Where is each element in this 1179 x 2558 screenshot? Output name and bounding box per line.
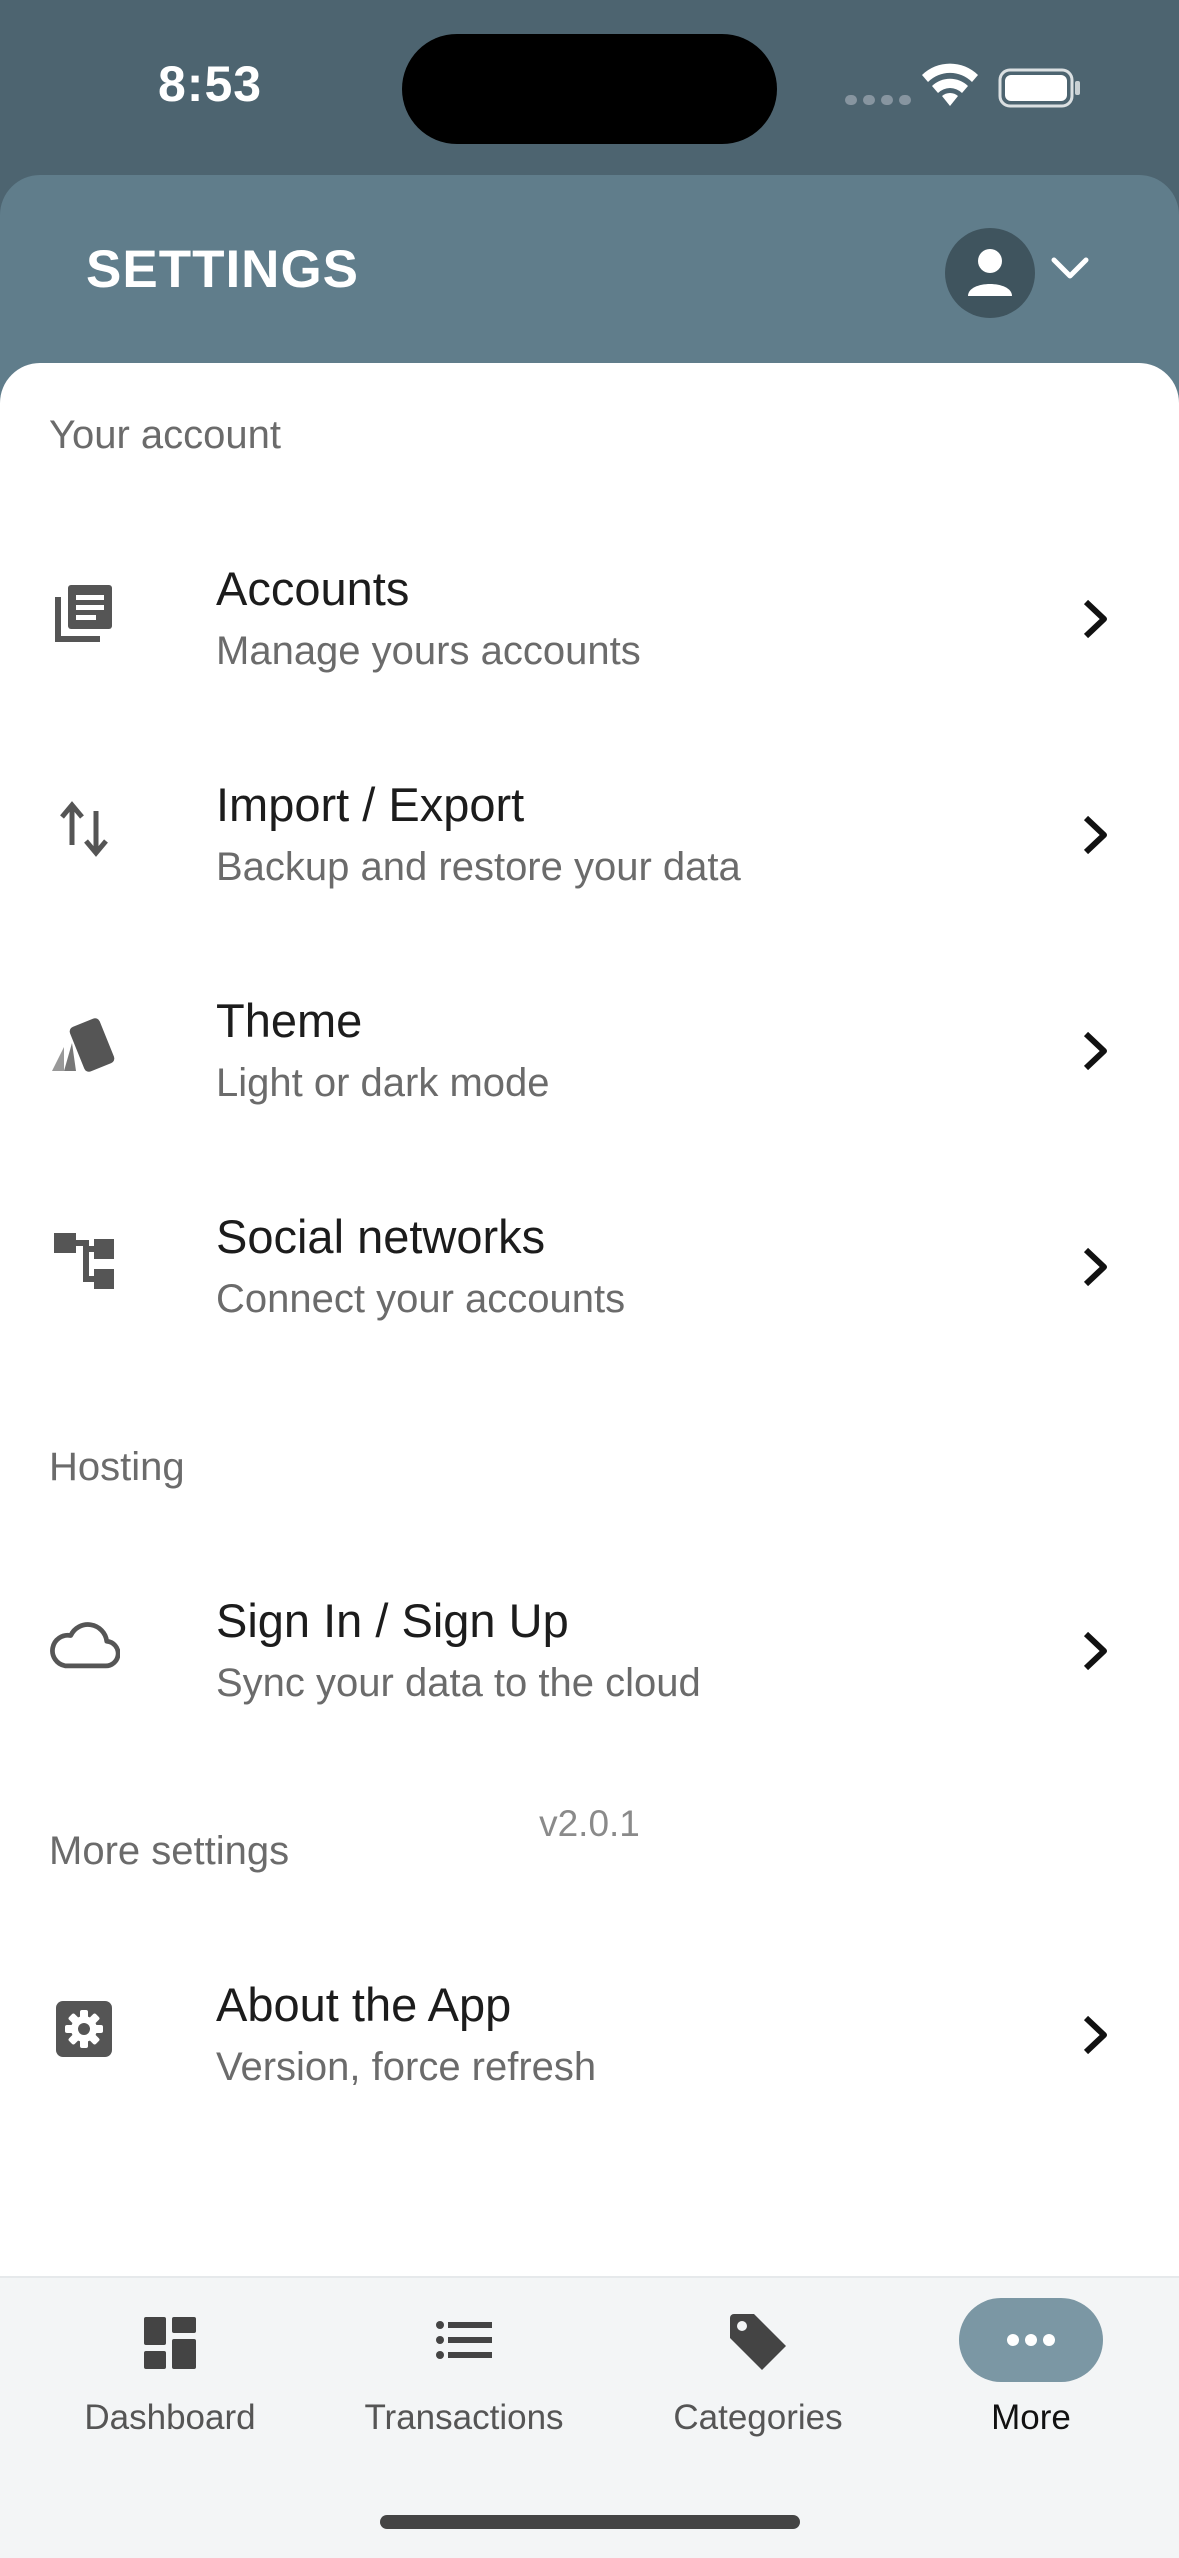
settings-item-about[interactable]: About the App Version, force refresh xyxy=(0,1925,1179,2141)
wifi-icon xyxy=(922,63,978,106)
battery-icon xyxy=(998,68,1080,108)
nav-label: Transactions xyxy=(364,2398,564,2437)
list-icon xyxy=(48,577,120,649)
chevron-down-icon[interactable] xyxy=(1050,253,1090,283)
palette-swatch-icon xyxy=(48,1009,120,1081)
network-tree-icon xyxy=(48,1225,120,1297)
settings-item-title: Accounts xyxy=(216,562,410,615)
nav-label: More xyxy=(991,2398,1071,2437)
more-horizontal-icon xyxy=(1007,2334,1055,2346)
dynamic-island xyxy=(402,34,777,144)
nav-label: Dashboard xyxy=(84,2398,256,2437)
settings-item-theme[interactable]: Theme Light or dark mode xyxy=(0,941,1179,1157)
nav-label: Categories xyxy=(673,2398,843,2437)
settings-item-signin[interactable]: Sign In / Sign Up Sync your data to the … xyxy=(0,1541,1179,1757)
settings-item-subtitle: Backup and restore your data xyxy=(216,845,741,889)
status-time: 8:53 xyxy=(158,56,263,112)
settings-item-title: Theme xyxy=(216,994,363,1047)
settings-item-title: About the App xyxy=(216,1978,512,2031)
settings-item-subtitle: Version, force refresh xyxy=(216,2045,597,2089)
section-label-account: Your account xyxy=(49,413,282,457)
home-indicator xyxy=(380,2515,800,2529)
avatar-button[interactable] xyxy=(945,228,1035,318)
chevron-right-icon xyxy=(1083,1031,1107,1071)
settings-item-subtitle: Connect your accounts xyxy=(216,1277,626,1321)
settings-item-accounts[interactable]: Accounts Manage yours accounts xyxy=(0,509,1179,725)
tag-icon xyxy=(728,2312,788,2372)
nav-dashboard[interactable]: Dashboard xyxy=(23,2278,317,2478)
nav-transactions[interactable]: Transactions xyxy=(317,2278,611,2478)
nav-more[interactable]: More xyxy=(884,2278,1178,2478)
dashboard-icon xyxy=(143,2316,197,2370)
chevron-right-icon xyxy=(1083,599,1107,639)
settings-list: Your account Accounts Manage yours accou… xyxy=(0,363,1179,2276)
app-version: v2.0.1 xyxy=(539,1803,640,1844)
settings-item-social[interactable]: Social networks Connect your accounts xyxy=(0,1157,1179,1373)
swap-vertical-icon xyxy=(48,793,120,865)
chevron-right-icon xyxy=(1083,1631,1107,1671)
chevron-right-icon xyxy=(1083,2015,1107,2055)
page-title: SETTINGS xyxy=(86,240,360,299)
settings-item-title: Import / Export xyxy=(216,778,525,831)
settings-item-subtitle: Light or dark mode xyxy=(216,1061,550,1105)
chevron-right-icon xyxy=(1083,1247,1107,1287)
status-bar: 8:53 xyxy=(0,0,1179,175)
more-pill xyxy=(959,2298,1103,2382)
chevron-right-icon xyxy=(1083,815,1107,855)
list-icon xyxy=(436,2320,492,2360)
nav-categories[interactable]: Categories xyxy=(611,2278,905,2478)
settings-item-subtitle: Manage yours accounts xyxy=(216,629,641,673)
settings-item-title: Social networks xyxy=(216,1210,546,1263)
gear-icon xyxy=(48,1993,120,2065)
settings-item-title: Sign In / Sign Up xyxy=(216,1594,569,1647)
cloud-icon xyxy=(48,1609,120,1681)
settings-item-subtitle: Sync your data to the cloud xyxy=(216,1661,701,1705)
settings-item-import-export[interactable]: Import / Export Backup and restore your … xyxy=(0,725,1179,941)
user-icon xyxy=(968,249,1012,296)
cellular-signal-icon xyxy=(845,95,911,105)
section-label-hosting: Hosting xyxy=(49,1445,185,1489)
